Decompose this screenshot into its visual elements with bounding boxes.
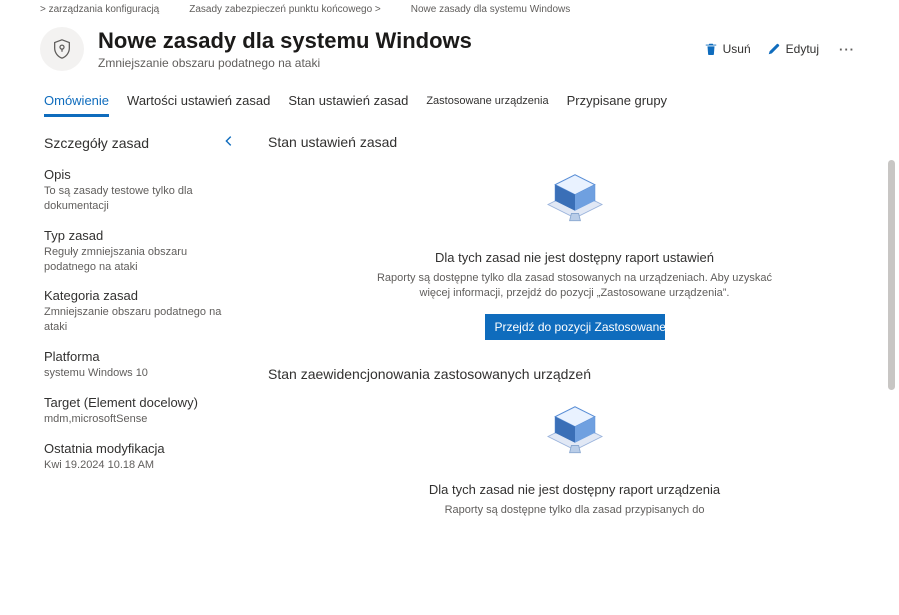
- tab-settings-status[interactable]: Stan ustawień zasad: [288, 93, 408, 117]
- field-label-type: Typ zasad: [44, 228, 236, 243]
- field-value-target: mdm,microsoftSense: [44, 412, 236, 427]
- tab-overview[interactable]: Omówienie: [44, 93, 109, 117]
- policy-shield-icon: [40, 27, 84, 71]
- field-label-desc: Opis: [44, 167, 236, 182]
- monitor-illustration: [268, 168, 881, 232]
- tab-applied-devices[interactable]: Zastosowane urządzenia: [426, 93, 548, 117]
- page-title: Nowe zasady dla systemu Windows: [98, 28, 690, 54]
- field-label-category: Kategoria zasad: [44, 288, 236, 303]
- page-subtitle: Zmniejszanie obszaru podatnego na ataki: [98, 56, 690, 70]
- breadcrumb-current: Nowe zasady dla systemu Windows: [411, 4, 571, 15]
- monitor-illustration: [268, 400, 881, 464]
- tab-bar: Omówienie Wartości ustawień zasad Stan u…: [0, 75, 899, 118]
- trash-icon: [704, 42, 718, 56]
- settings-status-card: Stan ustawień zasad Dla tych zasad nie j…: [268, 134, 881, 340]
- field-label-platform: Platforma: [44, 349, 236, 364]
- field-label-target: Target (Element docelowy): [44, 395, 236, 410]
- breadcrumb-item[interactable]: Zasady zabezpieczeń punktu końcowego >: [189, 4, 381, 15]
- empty-state-title: Dla tych zasad nie jest dostępny raport …: [268, 482, 881, 497]
- field-value-desc: To są zasady testowe tylko dla dokumenta…: [44, 184, 236, 214]
- field-value-category: Zmniejszanie obszaru podatnego na ataki: [44, 305, 236, 335]
- sidebar-title: Szczegóły zasad: [44, 135, 149, 151]
- device-checkin-card: Stan zaewidencjonowania zastosowanych ur…: [268, 366, 881, 518]
- breadcrumb: > zarządzania konfiguracją Zasady zabezp…: [0, 0, 899, 19]
- chevron-left-icon: [222, 134, 236, 148]
- pencil-icon: [767, 42, 781, 56]
- scrollbar[interactable]: [888, 160, 895, 390]
- tab-assigned-groups[interactable]: Przypisane grupy: [567, 93, 667, 117]
- more-actions-button[interactable]: ···: [835, 42, 859, 57]
- edit-button[interactable]: Edytuj: [767, 42, 819, 56]
- tab-settings-values[interactable]: Wartości ustawień zasad: [127, 93, 270, 117]
- collapse-sidebar-button[interactable]: [222, 134, 236, 151]
- page-header: Nowe zasady dla systemu Windows Zmniejsz…: [0, 19, 899, 75]
- main-content: Stan ustawień zasad Dla tych zasad nie j…: [244, 118, 899, 603]
- card-title: Stan ustawień zasad: [268, 134, 881, 150]
- empty-state-body: Raporty są dostępne tylko dla zasad przy…: [365, 503, 785, 518]
- field-value-platform: systemu Windows 10: [44, 366, 236, 381]
- go-to-applied-devices-button[interactable]: Przejdź do pozycji Zastosowane urządzeni…: [485, 314, 665, 340]
- delete-button[interactable]: Usuń: [704, 42, 751, 56]
- empty-state-body: Raporty są dostępne tylko dla zasad stos…: [365, 271, 785, 302]
- field-value-modified: Kwi 19.2024 10.18 AM: [44, 458, 236, 473]
- field-value-type: Reguły zmniejszania obszaru podatnego na…: [44, 245, 236, 275]
- details-sidebar: Szczegóły zasad Opis To są zasady testow…: [44, 118, 244, 603]
- breadcrumb-item[interactable]: > zarządzania konfiguracją: [40, 4, 159, 15]
- empty-state-title: Dla tych zasad nie jest dostępny raport …: [268, 250, 881, 265]
- card-title: Stan zaewidencjonowania zastosowanych ur…: [268, 366, 881, 382]
- field-label-modified: Ostatnia modyfikacja: [44, 441, 236, 456]
